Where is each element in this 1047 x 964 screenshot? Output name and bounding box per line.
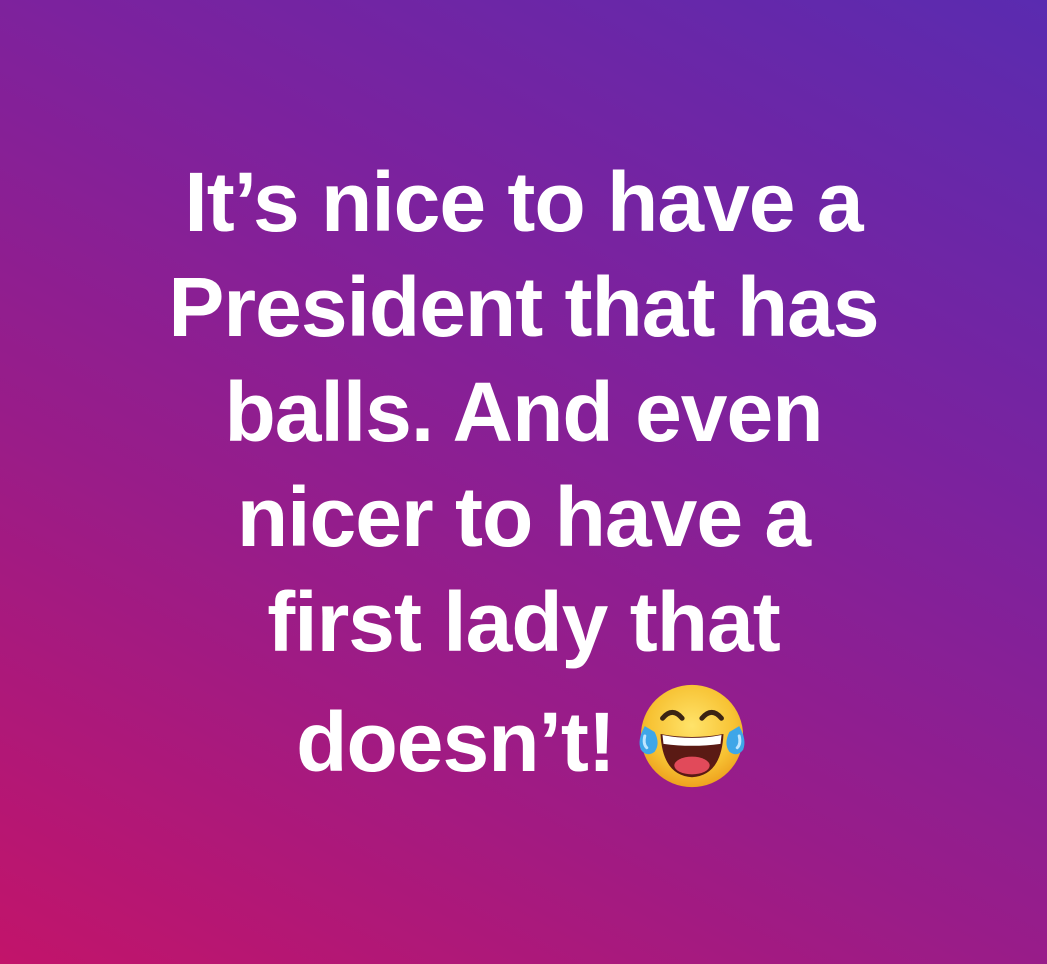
post-line-6-wrapper: doesn’t! xyxy=(44,675,1004,795)
post-line-5: first lady that xyxy=(267,574,780,669)
post-line-2: President that has xyxy=(168,259,879,354)
post-line-6: doesn’t! xyxy=(296,694,616,789)
face-with-tears-of-joy-icon xyxy=(639,684,745,787)
post-line-1: It’s nice to have a xyxy=(184,154,863,249)
post-background: It’s nice to have a President that has b… xyxy=(0,0,1047,964)
post-line-3: balls. And even xyxy=(224,364,823,459)
post-text: It’s nice to have a President that has b… xyxy=(44,150,1004,795)
post-line-4: nicer to have a xyxy=(236,469,811,564)
